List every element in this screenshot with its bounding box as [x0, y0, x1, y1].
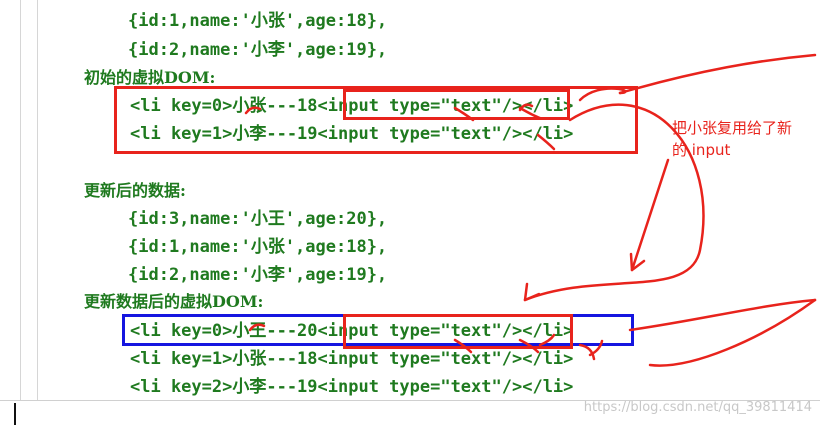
- editor-gutter-line: [37, 0, 38, 400]
- note-line-1: 把小张复用给了新: [672, 119, 793, 137]
- editor-gutter-line: [20, 0, 21, 400]
- data-line-wang: {id:3,name:'小王',age:20},: [128, 209, 388, 229]
- data-line-zhang: {id:1,name:'小张',age:18},: [128, 237, 388, 257]
- reused-input-highlight-box: [343, 314, 573, 349]
- note-line-2: 的 input: [672, 141, 731, 159]
- reuse-annotation-note: 把小张复用给了新 的 input: [672, 117, 817, 161]
- initial-input-highlight-box: [343, 89, 570, 120]
- updated-data-heading: 更新后的数据:: [84, 181, 186, 200]
- data-line-li: {id:2,name:'小李',age:19},: [128, 265, 388, 285]
- new-li-2: <li key=2>小李---19<input type="text"/></l…: [130, 377, 574, 397]
- new-vdom-heading: 更新数据后的虚拟DOM:: [84, 292, 264, 311]
- data-line-zhang: {id:1,name:'小张',age:18},: [128, 11, 388, 31]
- text-cursor: [14, 403, 16, 425]
- document-page: {id:1,name:'小张',age:18}, {id:2,name:'小李'…: [0, 0, 820, 427]
- new-li-1: <li key=1>小张---18<input type="text"/></l…: [130, 349, 574, 369]
- data-line-li: {id:2,name:'小李',age:19},: [128, 40, 388, 60]
- watermark-text: https://blog.csdn.net/qq_39811414: [583, 400, 812, 415]
